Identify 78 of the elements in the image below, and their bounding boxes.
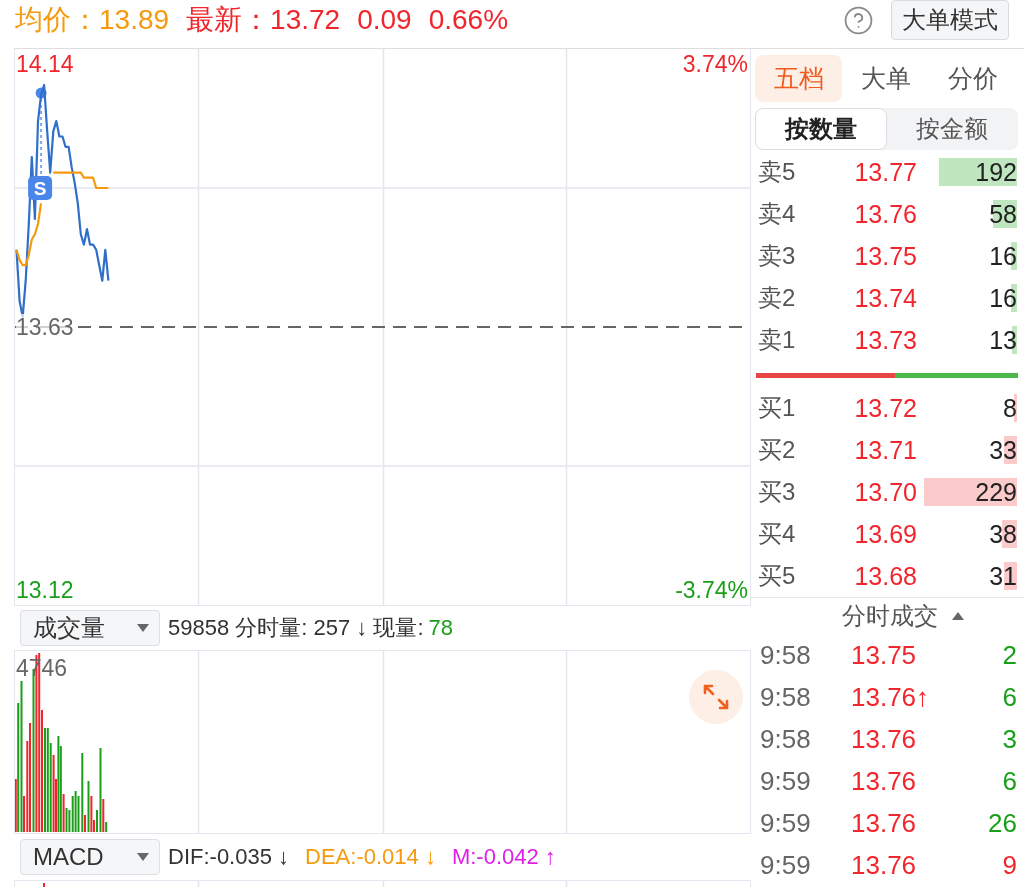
help-icon[interactable]: [843, 4, 874, 36]
trade-volume: 9: [1002, 849, 1017, 881]
trade-time: 9:59: [760, 807, 812, 839]
order-price: 13.75: [854, 241, 917, 271]
order-volume: 192: [939, 158, 1017, 186]
price-axis-label: 14.14: [16, 51, 74, 78]
order-volume: 58: [989, 200, 1017, 228]
order-volume: 33: [989, 436, 1017, 464]
depth-tab[interactable]: 大单: [842, 55, 930, 102]
order-volume: 229: [924, 478, 1017, 506]
trade-time: 9:58: [760, 639, 812, 671]
price-axis-label: 13.12: [16, 576, 74, 603]
trade-volume: 3: [1002, 723, 1017, 755]
order-price: 13.76: [854, 199, 917, 229]
trade-time: 9:59: [760, 849, 812, 881]
indicator-dropdown[interactable]: MACD: [20, 839, 160, 875]
order-price: 13.77: [854, 157, 917, 187]
macd-value: DEA:-0.014 ↓: [305, 844, 436, 870]
order-volume: 16: [989, 284, 1017, 312]
caret-icon: [951, 612, 964, 620]
order-volume: 31: [989, 562, 1017, 590]
order-level-label: 卖2: [757, 283, 797, 313]
trade-volume: 6: [1002, 765, 1017, 797]
order-price: 13.73: [854, 325, 917, 355]
order-price: 13.74: [854, 283, 917, 313]
trade-time: 9:58: [760, 723, 812, 755]
order-price: 13.71: [854, 435, 917, 465]
trade-price: 13.76: [851, 765, 918, 797]
order-volume: 16: [989, 242, 1017, 270]
percent-axis-label: 3.74%: [682, 51, 748, 78]
trade-time: 9:58: [760, 681, 812, 713]
order-price: 13.68: [854, 561, 917, 591]
mode-button[interactable]: 大单模式: [891, 0, 1009, 40]
expand-button[interactable]: [689, 670, 743, 724]
trades-title: 分时成交: [841, 601, 938, 631]
order-level-label: 买5: [757, 561, 797, 591]
trade-price: 13.76: [851, 807, 918, 839]
latest-price: 最新：13.72: [186, 3, 341, 37]
order-level-label: 买2: [757, 435, 797, 465]
order-price: 13.70: [854, 477, 917, 507]
order-volume: 8: [1003, 394, 1017, 422]
trade-volume: 6: [1002, 681, 1017, 713]
order-level-label: 卖3: [757, 241, 797, 271]
trade-price: 13.76: [851, 723, 918, 755]
trade-volume: 26: [988, 807, 1017, 839]
annotation: S: [33, 178, 47, 199]
order-price: 13.69: [854, 519, 917, 549]
macd-value: DIF:-0.035 ↓: [168, 844, 290, 870]
order-level-label: 买1: [757, 393, 797, 423]
trade-price: 13.76↑: [851, 681, 931, 713]
trade-time: 9:59: [760, 765, 812, 797]
percent-axis-label: -3.74%: [675, 576, 748, 603]
macd-value: M:-0.042 ↑: [451, 844, 556, 870]
caret-icon: [137, 853, 149, 861]
order-volume: 38: [989, 520, 1017, 548]
caret-icon: [137, 624, 149, 632]
change-percent: 0.66%: [428, 4, 509, 36]
depth-tab[interactable]: 分价: [929, 55, 1017, 102]
order-level-label: 卖1: [757, 325, 797, 355]
trade-price: 13.75: [851, 639, 918, 671]
unit-option[interactable]: 按数量: [755, 108, 887, 150]
expand-icon: [703, 684, 729, 710]
price-change: 0.09: [357, 4, 412, 36]
current-volume: 78: [428, 615, 454, 641]
order-price: 13.72: [854, 393, 917, 423]
indicator-dropdown[interactable]: 成交量: [20, 610, 160, 646]
trade-volume: 2: [1002, 639, 1017, 671]
order-level-label: 买3: [757, 477, 797, 507]
marker-dot-icon: [35, 87, 47, 99]
order-volume: 13: [989, 326, 1017, 354]
order-level-label: 买4: [757, 519, 797, 549]
order-level-label: 卖4: [757, 199, 797, 229]
signal-badge: S: [28, 176, 53, 200]
volume-stats: 59858 分时量: 257 ↓ 现量:: [168, 614, 424, 642]
trade-price: 13.76: [851, 849, 918, 881]
average-price: 均价：13.89: [15, 3, 170, 37]
order-level-label: 卖5: [757, 157, 797, 187]
unit-option[interactable]: 按金额: [886, 108, 1018, 150]
